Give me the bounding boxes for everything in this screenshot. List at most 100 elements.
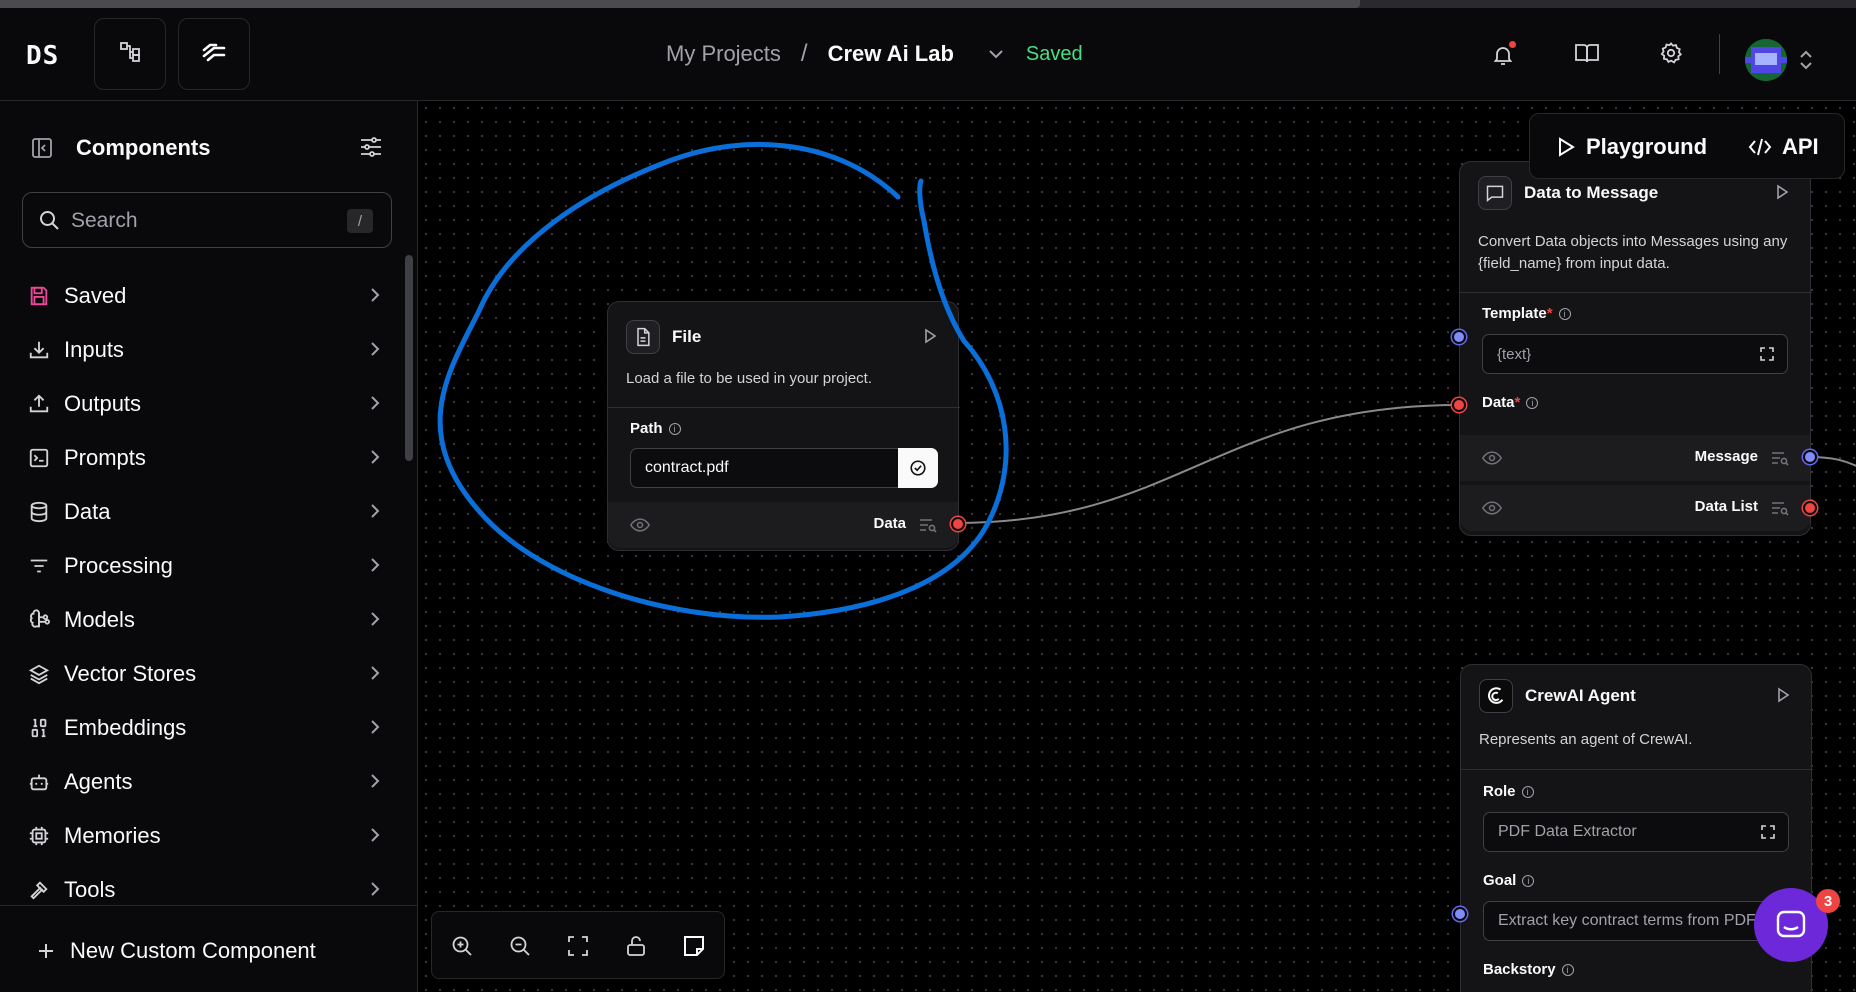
chat-unread-badge: 3 [1816, 889, 1840, 913]
sidebar-item-label: Processing [64, 553, 173, 578]
app-header: DS My Projects / Crew Ai Lab Saved [0, 8, 1856, 101]
flow-icon [118, 40, 142, 69]
info-icon[interactable]: i [1522, 874, 1535, 887]
sidebar-item-tools[interactable]: Tools [26, 870, 386, 910]
sidebar-item-agents[interactable]: Agents [26, 762, 386, 802]
fit-view-icon[interactable] [566, 934, 590, 958]
lock-icon[interactable] [624, 934, 648, 958]
eye-icon[interactable] [630, 516, 650, 534]
zoom-in-icon[interactable] [450, 934, 474, 958]
notifications-button[interactable] [1490, 41, 1516, 68]
role-label: Role [1483, 783, 1516, 800]
app-logo[interactable]: DS [26, 41, 59, 71]
role-input-handle[interactable] [1453, 907, 1467, 921]
edge-file-to-data-to-message [956, 404, 1460, 524]
sidebar-item-data[interactable]: Data [26, 492, 386, 532]
sidebar-item-label: Prompts [64, 445, 146, 470]
sticky-note-icon[interactable] [682, 934, 706, 958]
langflow-button[interactable] [178, 18, 250, 90]
save-icon [26, 283, 52, 309]
play-icon[interactable] [1775, 687, 1791, 708]
binary-icon [26, 715, 52, 741]
chat-icon [1774, 908, 1808, 942]
sidebar-scrollbar[interactable] [405, 255, 413, 461]
api-button[interactable]: API [1748, 134, 1819, 160]
sidebar-item-label: Embeddings [64, 715, 187, 740]
file-icon [626, 320, 660, 354]
goal-label: Goal [1483, 872, 1517, 889]
data-input-handle[interactable] [1452, 398, 1466, 412]
new-custom-component-button[interactable]: New Custom Component [36, 938, 316, 964]
sidebar-item-processing[interactable]: Processing [26, 546, 386, 586]
canvas-toolbar: Playground API [1529, 113, 1845, 179]
play-icon[interactable] [922, 328, 938, 349]
play-icon[interactable] [1774, 184, 1790, 205]
eye-icon[interactable] [1482, 499, 1502, 517]
sidebar-item-label: Tools [64, 877, 116, 902]
settings-button[interactable] [1658, 41, 1684, 68]
chevron-right-icon [364, 770, 386, 797]
message-output-row: Message [1460, 435, 1810, 481]
divider [1461, 769, 1813, 770]
project-name[interactable]: Crew Ai Lab [828, 41, 954, 67]
eye-icon[interactable] [1482, 449, 1502, 467]
message-output-handle[interactable] [1803, 450, 1817, 464]
file-output-label: Data [873, 515, 906, 532]
info-icon[interactable]: i [1561, 963, 1574, 976]
langflow-icon [200, 38, 228, 71]
expand-icon[interactable] [1760, 824, 1776, 840]
role-input[interactable]: PDF Data Extractor [1483, 812, 1789, 852]
sidebar-item-inputs[interactable]: Inputs [26, 330, 386, 370]
file-node[interactable]: File Load a file to be used in your proj… [607, 301, 965, 551]
chevron-updown-icon[interactable] [1798, 50, 1814, 70]
template-input-handle[interactable] [1452, 330, 1466, 344]
crewai-agent-description: Represents an agent of CrewAI. [1479, 731, 1693, 748]
path-input[interactable]: contract.pdf [630, 448, 938, 488]
chevron-right-icon [364, 284, 386, 311]
sidebar-item-outputs[interactable]: Outputs [26, 384, 386, 424]
project-menu-chevron-icon[interactable] [986, 44, 1006, 64]
file-node-title: File [672, 327, 702, 346]
file-selected-check-icon[interactable] [898, 448, 938, 488]
docs-button[interactable] [1574, 42, 1600, 68]
inspect-output-icon[interactable] [1770, 499, 1790, 517]
goal-value: Extract key contract terms from PDF [1498, 912, 1756, 929]
hammer-icon [26, 877, 52, 903]
sidebar-item-memories[interactable]: Memories [26, 816, 386, 856]
sidebar-item-vector-stores[interactable]: Vector Stores [26, 654, 386, 694]
avatar[interactable] [1745, 39, 1787, 81]
inspect-output-icon[interactable] [918, 516, 938, 534]
file-output-handle[interactable] [951, 517, 965, 531]
scroll-thumb[interactable] [0, 0, 1360, 8]
info-icon[interactable]: i [1521, 785, 1534, 798]
breadcrumb-my-projects[interactable]: My Projects [666, 41, 781, 67]
inspect-output-icon[interactable] [1770, 449, 1790, 467]
crewai-agent-title: CrewAI Agent [1525, 686, 1636, 705]
info-icon[interactable]: i [1558, 307, 1571, 320]
browser-scrollbar[interactable] [0, 0, 1856, 8]
bot-icon [26, 769, 52, 795]
search-placeholder: Search [71, 209, 138, 232]
filter-settings-icon[interactable] [358, 134, 384, 160]
flow-canvas[interactable]: File Load a file to be used in your proj… [419, 101, 1856, 992]
cpu-icon [26, 823, 52, 849]
expand-icon[interactable] [1759, 346, 1775, 362]
data-list-output-handle[interactable] [1803, 501, 1817, 515]
info-icon[interactable]: i [1526, 396, 1539, 409]
sidebar-item-embeddings[interactable]: Embeddings [26, 708, 386, 748]
chevron-right-icon [364, 878, 386, 905]
sidebar-item-prompts[interactable]: Prompts [26, 438, 386, 478]
data-to-message-header: Data to Message [1478, 176, 1658, 210]
sidebar-item-models[interactable]: Models [26, 600, 386, 640]
crewai-icon [1479, 679, 1513, 713]
sidebar-toggle-icon[interactable] [30, 136, 54, 160]
playground-button[interactable]: Playground [1556, 134, 1707, 160]
zoom-out-icon[interactable] [508, 934, 532, 958]
info-icon[interactable]: i [668, 422, 681, 435]
data-to-message-node[interactable]: Data to Message Convert Data objects int… [1452, 161, 1817, 536]
search-input[interactable]: Search / [22, 192, 392, 248]
goal-input[interactable]: Extract key contract terms from PDF [1483, 901, 1789, 941]
template-input[interactable]: {text} [1482, 334, 1788, 374]
sidebar-item-saved[interactable]: Saved [26, 276, 386, 316]
flow-button[interactable] [94, 18, 166, 90]
